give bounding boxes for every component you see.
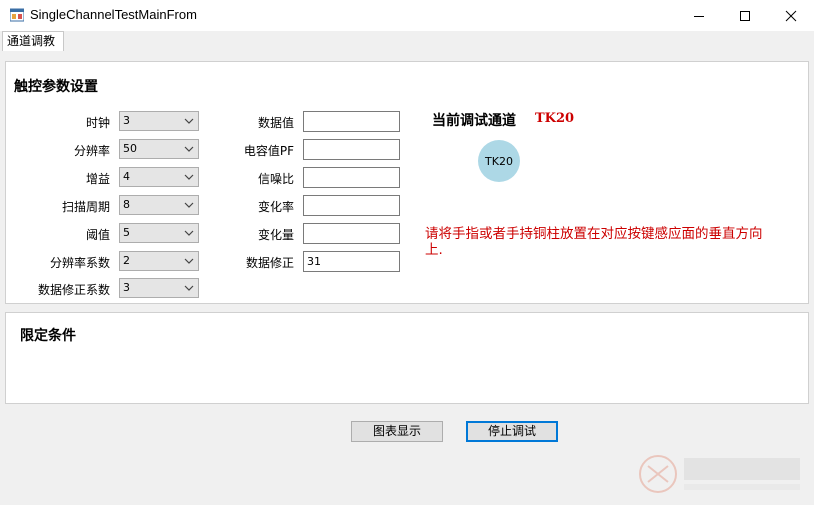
touch-params-title: 触控参数设置 <box>14 79 98 95</box>
threshold-combo[interactable]: 5 <box>119 223 199 243</box>
limit-group-title: 限定条件 <box>20 328 76 344</box>
capacitance-label: 电容值PF <box>243 144 294 158</box>
data-value-label: 数据值 <box>257 116 294 130</box>
limit-group <box>5 312 809 404</box>
clock-value: 3 <box>123 114 130 127</box>
change-amount-label: 变化量 <box>257 228 294 242</box>
data-correction-coef-value: 3 <box>123 281 130 294</box>
tab-strip <box>0 31 814 51</box>
app-icon <box>10 8 24 22</box>
chevron-down-icon <box>184 285 194 291</box>
gain-combo[interactable]: 4 <box>119 167 199 187</box>
chevron-down-icon <box>184 174 194 180</box>
data-value-field[interactable] <box>303 111 400 132</box>
resolution-combo[interactable]: 50 <box>119 139 199 159</box>
data-correction-field[interactable]: 31 <box>303 251 400 272</box>
minimize-button[interactable] <box>676 0 722 31</box>
clock-combo[interactable]: 3 <box>119 111 199 131</box>
change-rate-field[interactable] <box>303 195 400 216</box>
data-correction-coef-combo[interactable]: 3 <box>119 278 199 298</box>
close-icon <box>785 10 797 21</box>
window-title: SingleChannelTestMainFrom <box>30 7 197 22</box>
close-button[interactable] <box>768 0 814 31</box>
gain-label: 增益 <box>85 172 110 186</box>
resolution-coef-combo[interactable]: 2 <box>119 251 199 271</box>
gain-value: 4 <box>123 170 130 183</box>
chevron-down-icon <box>184 118 194 124</box>
clock-label: 时钟 <box>85 116 110 130</box>
resolution-coef-label: 分辨率系数 <box>49 256 110 270</box>
maximize-button[interactable] <box>722 0 768 31</box>
threshold-label: 阈值 <box>85 228 110 242</box>
chart-display-button[interactable]: 图表显示 <box>351 421 443 442</box>
current-channel-value: TK20 <box>535 111 575 126</box>
capacitance-field[interactable] <box>303 139 400 160</box>
resolution-label: 分辨率 <box>73 144 110 158</box>
snr-field[interactable] <box>303 167 400 188</box>
scan-period-combo[interactable]: 8 <box>119 195 199 215</box>
change-amount-field[interactable] <box>303 223 400 244</box>
scan-period-label: 扫描周期 <box>61 200 110 214</box>
stop-debug-button[interactable]: 停止调试 <box>466 421 558 442</box>
current-channel-label: 当前调试通道 <box>432 113 516 129</box>
chevron-down-icon <box>184 258 194 264</box>
snr-label: 信噪比 <box>257 172 294 186</box>
resolution-coef-value: 2 <box>123 254 130 267</box>
change-rate-label: 变化率 <box>257 200 294 214</box>
chevron-down-icon <box>184 230 194 236</box>
minimize-icon <box>694 15 704 17</box>
chevron-down-icon <box>184 202 194 208</box>
channel-key-button[interactable]: TK20 <box>478 140 520 182</box>
tab-channel-tuning[interactable]: 通道调教 <box>2 31 64 51</box>
instruction-text: 请将手指或者手持铜柱放置在对应按键感应面的垂直方向上. <box>425 226 763 258</box>
data-correction-coef-label: 数据修正系数 <box>37 283 110 297</box>
chevron-down-icon <box>184 146 194 152</box>
title-bar: SingleChannelTestMainFrom <box>0 0 814 31</box>
scan-period-value: 8 <box>123 198 130 211</box>
watermark-logo-icon <box>639 455 800 493</box>
resolution-value: 50 <box>123 142 137 155</box>
threshold-value: 5 <box>123 226 130 239</box>
data-correction-label: 数据修正 <box>245 256 294 270</box>
maximize-icon <box>740 10 750 21</box>
